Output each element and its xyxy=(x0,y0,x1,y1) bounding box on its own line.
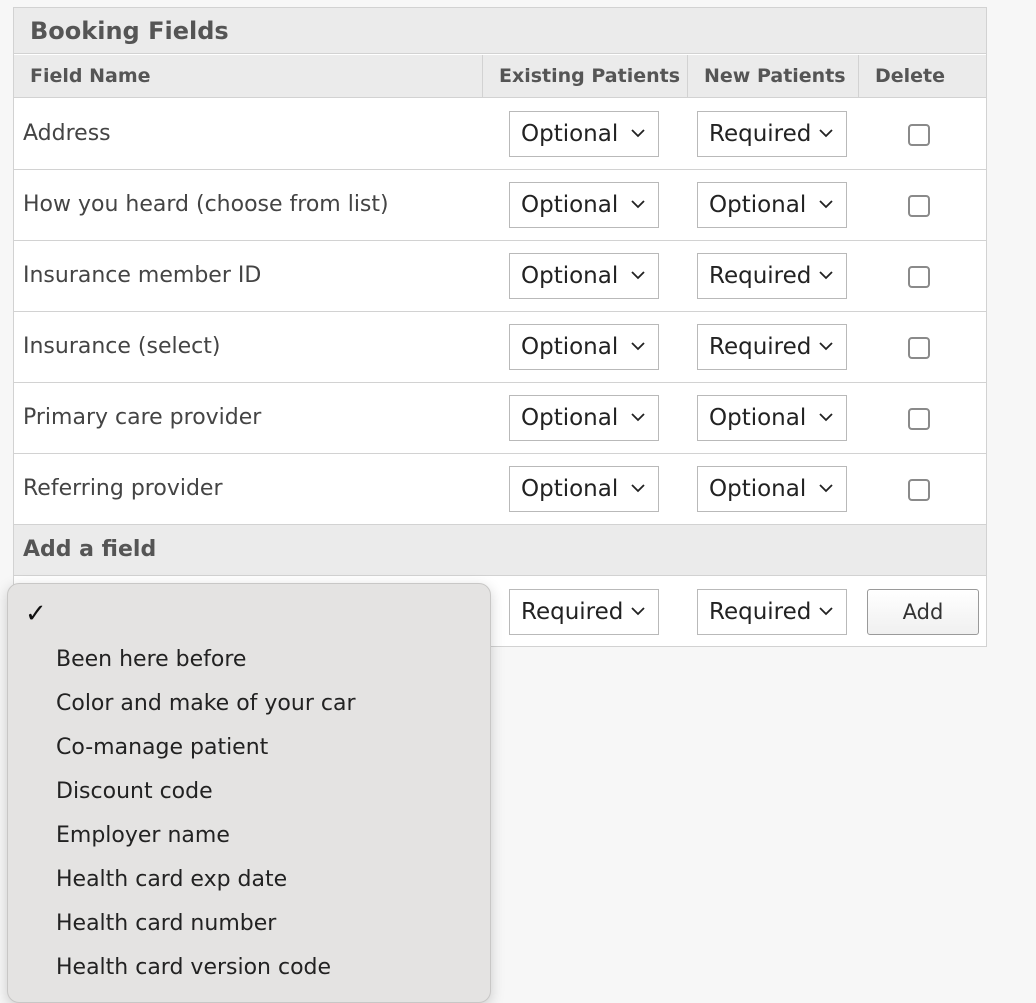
select-value: Optional xyxy=(521,476,619,502)
panel-title: Booking Fields xyxy=(14,8,986,54)
new-patients-select[interactable]: Optional xyxy=(697,395,847,441)
chevron-down-icon xyxy=(819,271,833,280)
chevron-down-icon xyxy=(631,342,645,351)
select-value: Required xyxy=(709,599,812,625)
new-patients-select[interactable]: Optional xyxy=(697,182,847,228)
select-value: Optional xyxy=(521,263,619,289)
existing-patients-select[interactable]: Optional xyxy=(509,324,659,370)
select-value: Optional xyxy=(709,405,807,431)
chevron-down-icon xyxy=(631,484,645,493)
column-header-existing-patients: Existing Patients xyxy=(482,55,687,98)
column-header-field-name: Field Name xyxy=(14,55,482,98)
field-select-dropdown: ✓ Been here before Color and make of you… xyxy=(7,583,491,1003)
dropdown-option[interactable]: Health card number xyxy=(56,902,276,946)
new-patients-select[interactable]: Required xyxy=(697,324,847,370)
chevron-down-icon xyxy=(631,271,645,280)
field-name: Insurance (select) xyxy=(23,334,221,359)
select-value: Required xyxy=(709,121,812,147)
chevron-down-icon xyxy=(631,607,645,616)
table-row: Address Optional Required xyxy=(14,99,986,170)
existing-patients-select[interactable]: Optional xyxy=(509,111,659,157)
field-name: Address xyxy=(23,121,111,146)
table-row: Insurance member ID Optional Required xyxy=(14,241,986,312)
existing-patients-select[interactable]: Optional xyxy=(509,253,659,299)
select-value: Optional xyxy=(521,121,619,147)
existing-patients-select[interactable]: Optional xyxy=(509,182,659,228)
field-name: Insurance member ID xyxy=(23,263,262,288)
delete-checkbox[interactable] xyxy=(908,195,930,217)
field-name: How you heard (choose from list) xyxy=(23,192,389,217)
dropdown-option[interactable]: Co-manage patient xyxy=(56,726,268,770)
chevron-down-icon xyxy=(819,342,833,351)
new-patients-select[interactable]: Optional xyxy=(697,466,847,512)
dropdown-option[interactable]: Health card version code xyxy=(56,946,331,990)
dropdown-option[interactable]: Color and make of your car xyxy=(56,682,356,726)
new-patients-select[interactable]: Required xyxy=(697,111,847,157)
dropdown-option[interactable]: Been here before xyxy=(56,638,246,682)
add-button[interactable]: Add xyxy=(867,589,979,635)
chevron-down-icon xyxy=(819,129,833,138)
existing-patients-select[interactable]: Optional xyxy=(509,466,659,512)
table-row: How you heard (choose from list) Optiona… xyxy=(14,170,986,241)
new-patients-select[interactable]: Required xyxy=(697,253,847,299)
chevron-down-icon xyxy=(819,413,833,422)
select-value: Optional xyxy=(521,334,619,360)
chevron-down-icon xyxy=(631,129,645,138)
booking-fields-panel: Booking Fields Field Name Existing Patie… xyxy=(13,7,987,647)
table-row: Primary care provider Optional Optional xyxy=(14,383,986,454)
select-value: Optional xyxy=(709,476,807,502)
chevron-down-icon xyxy=(631,413,645,422)
add-existing-patients-select[interactable]: Required xyxy=(509,589,659,635)
add-new-patients-select[interactable]: Required xyxy=(697,589,847,635)
delete-checkbox[interactable] xyxy=(908,479,930,501)
delete-checkbox[interactable] xyxy=(908,266,930,288)
column-header-delete: Delete xyxy=(858,55,986,98)
existing-patients-select[interactable]: Optional xyxy=(509,395,659,441)
delete-checkbox[interactable] xyxy=(908,337,930,359)
delete-checkbox[interactable] xyxy=(908,124,930,146)
chevron-down-icon xyxy=(819,200,833,209)
dropdown-option[interactable]: Discount code xyxy=(56,770,213,814)
field-name: Primary care provider xyxy=(23,405,262,430)
dropdown-option[interactable]: Employer name xyxy=(56,814,230,858)
chevron-down-icon xyxy=(819,607,833,616)
table-row: Insurance (select) Optional Required xyxy=(14,312,986,383)
chevron-down-icon xyxy=(819,484,833,493)
select-value: Required xyxy=(709,334,812,360)
field-name: Referring provider xyxy=(23,476,223,501)
select-value: Required xyxy=(709,263,812,289)
select-value: Optional xyxy=(521,192,619,218)
select-value: Optional xyxy=(709,192,807,218)
column-header-new-patients: New Patients xyxy=(687,55,858,98)
table-row: Referring provider Optional Optional xyxy=(14,454,986,525)
select-value: Required xyxy=(521,599,624,625)
chevron-down-icon xyxy=(631,200,645,209)
dropdown-option[interactable]: Health card exp date xyxy=(56,858,287,902)
add-field-heading: Add a field xyxy=(14,525,986,576)
select-value: Optional xyxy=(521,405,619,431)
delete-checkbox[interactable] xyxy=(908,408,930,430)
checkmark-icon: ✓ xyxy=(25,599,47,629)
